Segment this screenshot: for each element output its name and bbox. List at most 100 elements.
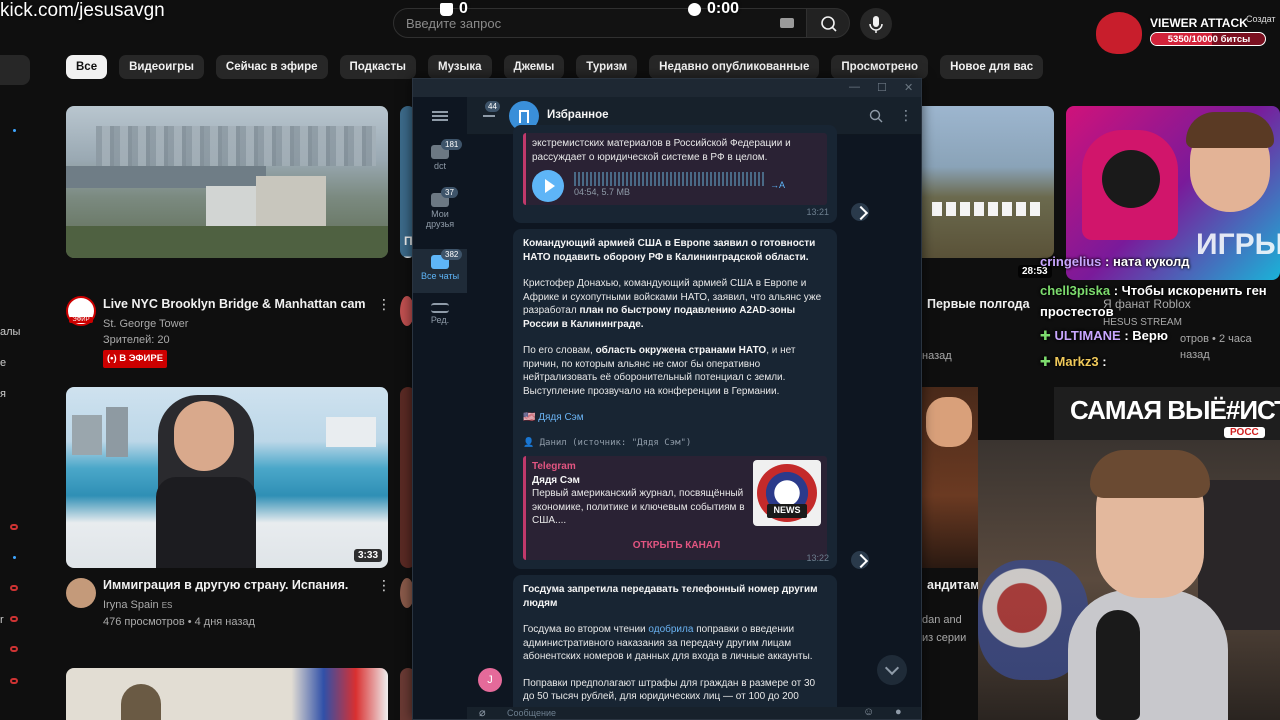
chip-jams[interactable]: Джемы xyxy=(503,55,565,79)
video-thumbnail-spain[interactable]: 3:33 xyxy=(66,387,388,568)
channel-name-st-george[interactable]: St. George Tower xyxy=(103,316,188,332)
search-button[interactable] xyxy=(806,8,850,38)
forward-icon[interactable] xyxy=(851,551,869,569)
folder-my-friends[interactable]: 37 Мои друзья xyxy=(413,187,467,243)
message-text: экстремистских материалов в Российской Ф… xyxy=(532,138,791,163)
chip-all[interactable]: Все xyxy=(66,55,108,79)
audio-meta: 04:54, 5.7 MB xyxy=(574,187,631,198)
audio-waveform[interactable] xyxy=(574,172,764,187)
chip-podcasts[interactable]: Подкасты xyxy=(339,55,416,79)
video-thumbnail-bottom[interactable] xyxy=(66,668,388,720)
play-icon[interactable] xyxy=(532,170,564,202)
minimize-icon[interactable]: — xyxy=(849,81,860,93)
open-channel-button[interactable]: ОТКРЫТЬ КАНАЛ xyxy=(526,539,827,553)
chip-tourism[interactable]: Туризм xyxy=(576,55,638,79)
views-and-date: 476 просмотров • 4 дня назад xyxy=(103,616,255,628)
message-time: 13:22 xyxy=(806,552,829,563)
voice-message: 04:54, 5.7 MB →A xyxy=(532,170,821,202)
message-bubble[interactable]: экстремистских материалов в Российской Ф… xyxy=(513,125,837,223)
viewers-count: Зрителей: 20 xyxy=(103,334,170,346)
chat-title[interactable]: Избранное xyxy=(547,109,609,121)
channel-preview-card[interactable]: Telegram Дядя Сэм Первый американский жу… xyxy=(523,456,827,560)
hamburger-menu-icon[interactable] xyxy=(432,111,448,121)
message-bold-text: область окружена странами НАТО xyxy=(595,345,767,356)
video-title-right-top[interactable]: Первые полгода xyxy=(927,297,1030,311)
sidebar-label-1[interactable]: алы xyxy=(0,326,20,338)
chat-badge-icon: ✚ xyxy=(1040,354,1055,369)
channel-country-tag: ES xyxy=(161,601,173,610)
search-icon[interactable] xyxy=(869,109,883,123)
transcribe-button[interactable]: →A xyxy=(770,179,785,193)
message-text: Госдума во втором чтении xyxy=(523,624,649,635)
video-thumbnail-nyc[interactable] xyxy=(66,106,388,258)
video-thumbnail-kirkorov[interactable] xyxy=(922,387,978,568)
chat-text: : Верю xyxy=(1120,328,1168,343)
chat-message: ✚ ULTIMANE : Верю xyxy=(1040,328,1168,344)
tomato-icon xyxy=(1096,12,1142,54)
avatar-live-label: ЭФИР xyxy=(69,317,93,323)
forward-source: 👤 Данил (источник: "Дядя Сэм") xyxy=(523,437,692,448)
message-bubble[interactable]: Командующий армией США в Европе заявил о… xyxy=(513,229,837,569)
folder-edit[interactable]: Ред. xyxy=(413,303,467,343)
sidebar-label-4[interactable]: r xyxy=(0,614,4,626)
chat-text: : ната куколд xyxy=(1101,254,1190,269)
channel-avatar-st-george[interactable]: ЭФИР xyxy=(66,296,96,326)
video-thumbnail-samaya[interactable]: САМАЯ ВЫЁ#ИСТА РОСС xyxy=(1054,387,1280,440)
chip-watched[interactable]: Просмотрено xyxy=(831,55,929,79)
more-options-icon[interactable]: ⋮ xyxy=(377,577,391,594)
chat-username: cringelius xyxy=(1040,254,1102,269)
message-input-bar[interactable]: ⌀ Сообщение ☺ ● xyxy=(467,706,921,719)
chip-live-now[interactable]: Сейчас в эфире xyxy=(215,55,328,79)
chat-text: : xyxy=(1098,354,1107,369)
scroll-down-button[interactable] xyxy=(877,655,907,685)
more-menu-icon[interactable]: ⋮ xyxy=(899,107,913,124)
video-title-spain[interactable]: Иммиграция в другую страну. Испания. xyxy=(103,578,348,592)
close-icon[interactable]: ✕ xyxy=(904,81,913,94)
counter-value: 0 xyxy=(459,0,468,17)
live-indicator-icon xyxy=(10,678,18,684)
timer-value: 0:00 xyxy=(707,0,740,17)
folder-all-chats[interactable]: 382 Все чаты xyxy=(413,249,467,293)
keyboard-icon[interactable] xyxy=(780,18,794,28)
folder-dct[interactable]: 181 dct xyxy=(413,139,467,185)
message-input-placeholder[interactable]: Сообщение xyxy=(507,708,556,718)
weight-icon xyxy=(440,2,453,16)
maximize-icon[interactable]: ☐ xyxy=(877,81,887,94)
sidebar-selected-item[interactable] xyxy=(0,55,30,85)
window-titlebar[interactable]: — ☐ ✕ xyxy=(413,79,921,97)
sidebar-label-3[interactable]: я xyxy=(0,388,6,400)
video-meta-right-mid: dan and xyxy=(922,614,962,626)
live-indicator-icon xyxy=(10,646,18,652)
thumb-text-cut-2: Т xyxy=(404,254,411,258)
microphone-icon[interactable]: ● xyxy=(895,706,902,718)
message-bubble[interactable]: Госдума запретила передавать телефонный … xyxy=(513,575,837,719)
kick-url-overlay: kick.com/jesusavgn xyxy=(0,0,165,21)
chip-new-to-you[interactable]: Новое для вас xyxy=(940,55,1044,79)
channel-avatar-iryna[interactable] xyxy=(66,578,96,608)
signature-link[interactable]: 🇺🇸 Дядя Сэм xyxy=(523,411,827,425)
message-link[interactable]: одобрила xyxy=(648,624,693,635)
sender-avatar[interactable]: J xyxy=(478,668,502,692)
attach-icon[interactable]: ⌀ xyxy=(479,706,486,719)
video-meta-right-mid-2: из серии xyxy=(922,632,967,644)
message-list[interactable]: экстремистских материалов в Российской Ф… xyxy=(467,125,921,719)
chat-username: ULTIMANE xyxy=(1054,328,1121,343)
sidebar-label-2[interactable]: е xyxy=(0,357,6,369)
video-meta-nyc: St. George Tower Зрителей: 20 (•) В ЭФИР… xyxy=(103,316,188,368)
chip-videogames[interactable]: Видеоигры xyxy=(119,55,204,79)
voice-search-button[interactable] xyxy=(860,8,892,40)
chip-music[interactable]: Музыка xyxy=(427,55,492,79)
back-arrow-icon[interactable] xyxy=(483,111,495,121)
telegram-window: — ☐ ✕ 181 dct 37 Мои друзья 382 Все чаты xyxy=(412,78,922,720)
message-text: По его словам, xyxy=(523,345,596,356)
chat-badge-icon: ✚ xyxy=(1040,328,1055,343)
forward-icon[interactable] xyxy=(851,203,869,221)
video-thumbnail-hollywood[interactable] xyxy=(922,106,1054,258)
channel-name-iryna[interactable]: Iryna Spain xyxy=(103,599,159,611)
emoji-icon[interactable]: ☺ xyxy=(863,706,874,718)
video-title-nyc[interactable]: Live NYC Brooklyn Bridge & Manhattan cam xyxy=(103,297,366,311)
chip-recently-uploaded[interactable]: Недавно опубликованные xyxy=(649,55,820,79)
more-options-icon[interactable]: ⋮ xyxy=(377,296,391,313)
screen: kick.com/jesusavgn 0 0:00 Все Видеоигры … xyxy=(0,0,1280,720)
thumb-text-samaya: САМАЯ ВЫЁ#ИСТА xyxy=(1070,395,1280,425)
